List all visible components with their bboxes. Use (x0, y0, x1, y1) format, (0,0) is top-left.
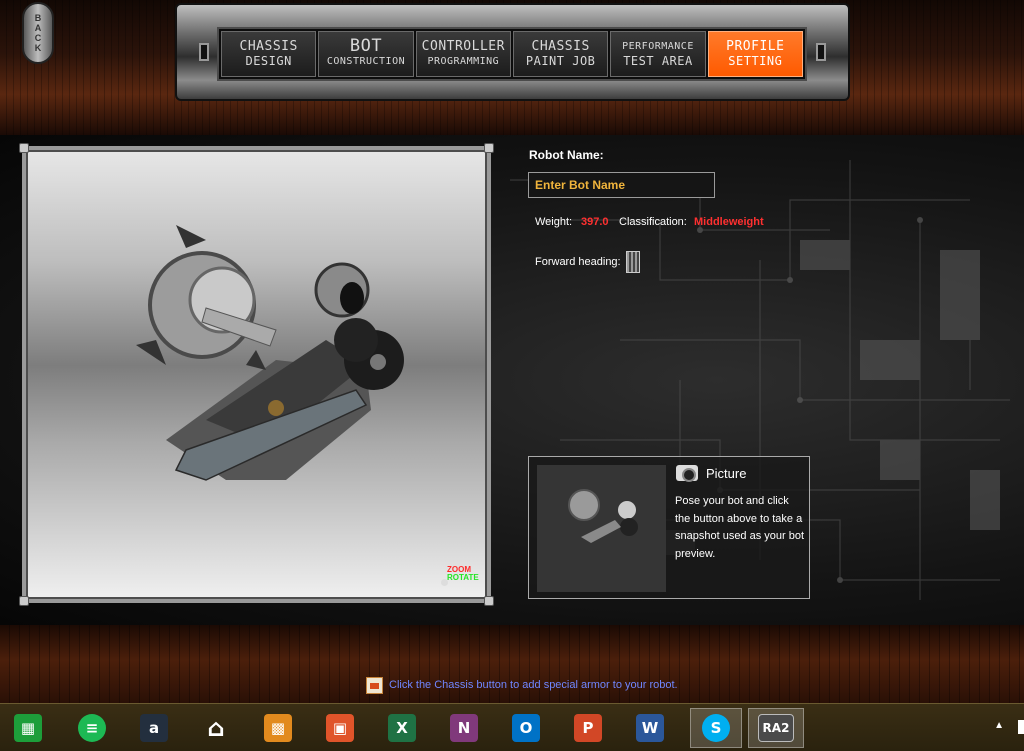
weight-value: 397.0 (581, 216, 609, 228)
rotate-label: ROTATE (447, 573, 479, 582)
tab-label-line2: PROGRAMMING (427, 56, 500, 67)
outlook-app-icon[interactable]: O (506, 708, 546, 748)
picture-title: Picture (706, 466, 747, 481)
camera-button[interactable] (676, 465, 698, 482)
excel-app-icon[interactable]: X (382, 708, 422, 748)
tab-label-line1: CHASSIS (531, 39, 590, 54)
thumbnail-robot (568, 489, 638, 543)
frame-bolt-right (816, 43, 826, 61)
picture-panel: Picture Pose your bot and click the butt… (528, 456, 810, 599)
tab-bot-construction[interactable]: BOT CONSTRUCTION (318, 31, 414, 77)
classification-value: Middleweight (694, 216, 764, 228)
skype-app-icon[interactable]: S (690, 708, 742, 748)
tab-chassis-paint-job[interactable]: CHASSIS PAINT JOB (512, 31, 609, 77)
tab-label-line1: PROFILE (726, 39, 785, 54)
zoom-rotate-indicator[interactable]: ZOOM ROTATE (441, 565, 481, 589)
onenote-app-icon[interactable]: N (444, 708, 484, 748)
robot-model (136, 225, 404, 481)
back-button-label: BACK (33, 13, 43, 53)
tab-label-line1: CHASSIS (239, 39, 298, 54)
tab-profile-setting[interactable]: PROFILE SETTING (707, 31, 803, 77)
back-button[interactable]: BACK (22, 2, 54, 64)
tab-label-line2: SETTING (728, 54, 783, 68)
classification-label: Classification: (619, 216, 687, 228)
picture-description: Pose your bot and click the button above… (675, 495, 805, 560)
tray-expand-icon[interactable]: ▲ (994, 720, 1004, 731)
tab-label-line2: CONSTRUCTION (326, 56, 406, 67)
tab-chassis-design[interactable]: CHASSIS DESIGN (221, 31, 317, 77)
tab-label-line2: PAINT JOB (525, 54, 596, 68)
photos-app-icon[interactable]: ▣ (320, 708, 360, 748)
forward-heading-label: Forward heading: (535, 256, 621, 268)
tab-label-line2: TEST AREA (623, 54, 693, 68)
show-desktop-button[interactable] (1018, 720, 1024, 734)
spotify-app-icon[interactable]: ≡ (72, 708, 112, 748)
taskbar: ▦ ≡ a ⌂ ▩ ▣ X N O P W S RA2 ▲ (0, 703, 1024, 751)
tip-text: Click the Chassis button to add special … (389, 679, 678, 691)
control-handle-icon[interactable] (441, 579, 448, 586)
tab-performance-test-area[interactable]: PERFORMANCE TEST AREA (610, 31, 706, 77)
forward-heading-slider[interactable] (626, 251, 640, 273)
tab-label-line1: PERFORMANCE (622, 41, 694, 52)
store-app-icon[interactable]: ▦ (8, 708, 48, 748)
tip-bar: Click the Chassis button to add special … (366, 676, 678, 694)
ra2-app-icon[interactable]: RA2 (748, 708, 804, 748)
tab-label-line1: CONTROLLER (421, 39, 505, 54)
files-app-icon[interactable]: ▩ (258, 708, 298, 748)
weight-label: Weight: (535, 216, 573, 228)
powerpoint-app-icon[interactable]: P (568, 708, 608, 748)
home-app-icon[interactable]: ⌂ (196, 708, 236, 748)
word-app-icon[interactable]: W (630, 708, 670, 748)
frame-bolt-left (199, 43, 209, 61)
amazon-app-icon[interactable]: a (134, 708, 174, 748)
tab-controller-programming[interactable]: CONTROLLER PROGRAMMING (415, 31, 511, 77)
robot-preview-viewport[interactable]: ZOOM ROTATE (19, 143, 494, 606)
nav-frame: CHASSIS DESIGN BOT CONSTRUCTION CONTROLL… (175, 3, 850, 101)
robot-name-label: Robot Name: (529, 148, 604, 162)
bot-snapshot-thumbnail (537, 465, 666, 592)
tip-icon (366, 676, 383, 694)
nav-tabs: CHASSIS DESIGN BOT CONSTRUCTION CONTROLL… (217, 27, 807, 81)
robot-name-input[interactable] (528, 172, 715, 198)
tab-label-line1: BOT (349, 36, 383, 56)
tab-label-line2: DESIGN (245, 54, 292, 68)
